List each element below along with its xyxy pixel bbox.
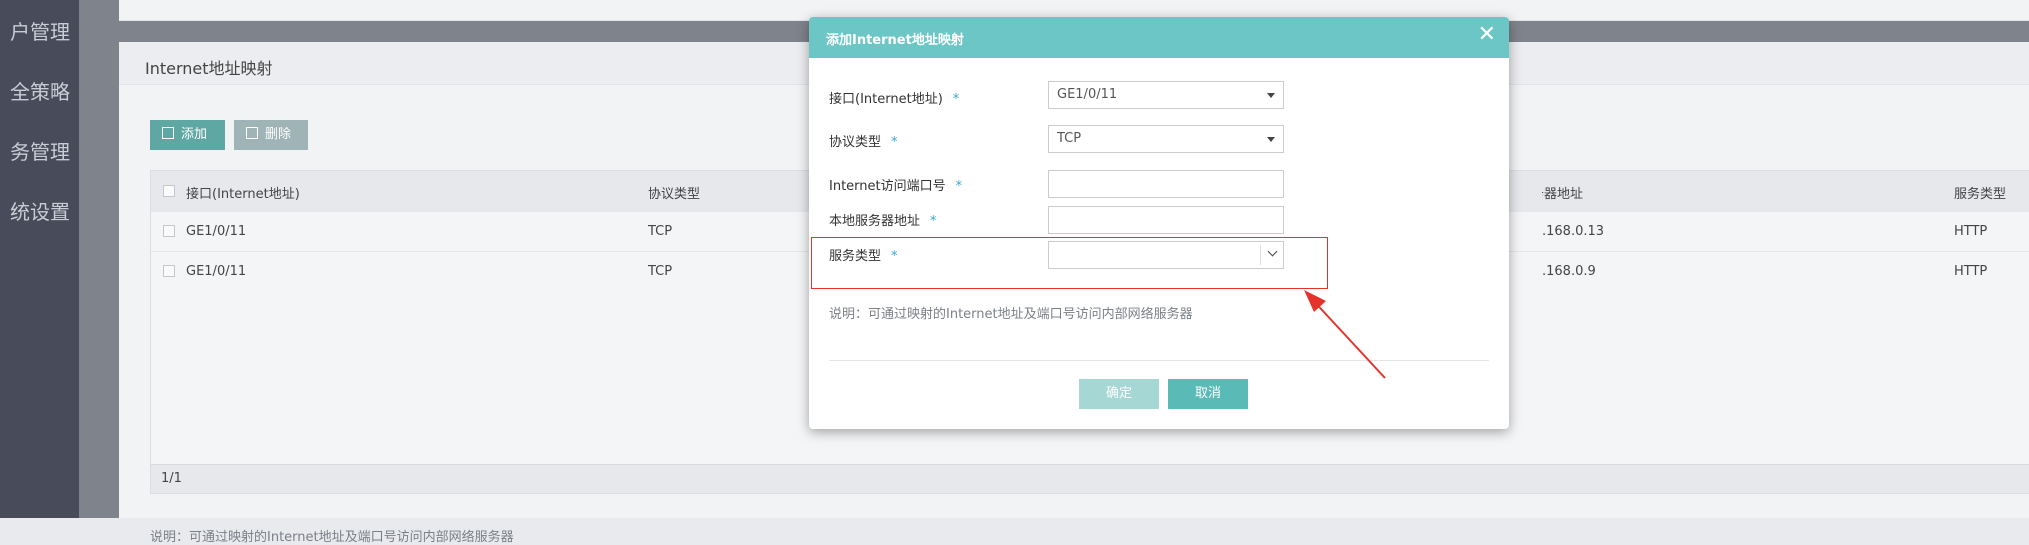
interface-label-text: 接口(Internet地址)	[829, 92, 943, 107]
port-label: Internet访问端口号 *	[829, 175, 962, 194]
required-mark: *	[952, 92, 960, 107]
protocol-select[interactable]: TCP	[1048, 125, 1284, 153]
row-server: .168.0.13	[1542, 224, 1605, 239]
port-label-text: Internet访问端口号	[829, 179, 946, 194]
protocol-label: 协议类型 *	[829, 131, 898, 150]
add-button[interactable]: 添加	[150, 120, 225, 150]
panel-note: 说明：可通过映射的Internet地址及端口号访问内部网络服务器	[150, 530, 514, 545]
cancel-button[interactable]: 取消	[1168, 379, 1248, 409]
sidebar: 户管理 全策略 务管理 统设置	[0, 0, 79, 518]
close-icon[interactable]: ✕	[1478, 22, 1496, 47]
delete-button-label: 删除	[265, 127, 292, 142]
table-pagination: 1/1	[151, 464, 2029, 493]
required-mark: *	[891, 135, 898, 150]
delete-button[interactable]: 删除	[234, 120, 308, 150]
required-mark: *	[955, 179, 963, 194]
row-service: HTTP	[1954, 224, 1988, 239]
sidebar-item-service-management[interactable]: 务管理	[10, 136, 70, 165]
port-input[interactable]	[1048, 170, 1284, 198]
row-checkbox[interactable]	[163, 265, 175, 277]
protocol-label-text: 协议类型	[829, 135, 882, 150]
column-header-service: 服务类型	[1954, 187, 2007, 202]
column-header-interface: 接口(Internet地址)	[186, 187, 300, 202]
page-indicator: 1/1	[161, 471, 182, 486]
dialog-note: 说明：可通过映射的Internet地址及端口号访问内部网络服务器	[829, 307, 1193, 322]
select-all-checkbox[interactable]	[163, 185, 175, 197]
add-icon	[162, 127, 174, 139]
protocol-select-value: TCP	[1057, 131, 1082, 146]
row-interface: GE1/0/11	[186, 224, 247, 239]
add-mapping-dialog: 添加Internet地址映射 ✕ 接口(Internet地址) * GE1/0/1…	[809, 17, 1509, 429]
server-label-text: 本地服务器地址	[829, 214, 921, 229]
annotation-highlight-box	[811, 237, 1328, 289]
confirm-button[interactable]: 确定	[1079, 379, 1159, 409]
row-protocol: TCP	[648, 224, 673, 239]
sidebar-item-security-policy[interactable]: 全策略	[10, 76, 70, 105]
interface-label: 接口(Internet地址) *	[829, 88, 959, 107]
sidebar-item-user-management[interactable]: 户管理	[10, 16, 70, 45]
dialog-header: 添加Internet地址映射 ✕	[809, 17, 1509, 58]
row-checkbox[interactable]	[163, 225, 175, 237]
add-button-label: 添加	[181, 127, 208, 142]
row-protocol: TCP	[648, 264, 673, 279]
dropdown-caret-icon	[1267, 137, 1275, 142]
server-address-input[interactable]	[1048, 206, 1284, 234]
delete-icon	[246, 127, 258, 139]
interface-select-value: GE1/0/11	[1057, 87, 1118, 102]
column-header-protocol: 协议类型	[648, 187, 701, 202]
required-mark: *	[930, 214, 937, 229]
row-server: .168.0.9	[1542, 264, 1596, 279]
dialog-title: 添加Internet地址映射	[826, 33, 964, 48]
dropdown-caret-icon	[1267, 93, 1275, 98]
dialog-divider	[829, 360, 1489, 361]
interface-select[interactable]: GE1/0/11	[1048, 81, 1284, 109]
row-interface: GE1/0/11	[186, 264, 247, 279]
row-service: HTTP	[1954, 264, 1988, 279]
server-label: 本地服务器地址 *	[829, 210, 937, 229]
panel-title: Internet地址映射	[145, 59, 273, 78]
sidebar-item-system-settings[interactable]: 统设置	[10, 196, 70, 225]
